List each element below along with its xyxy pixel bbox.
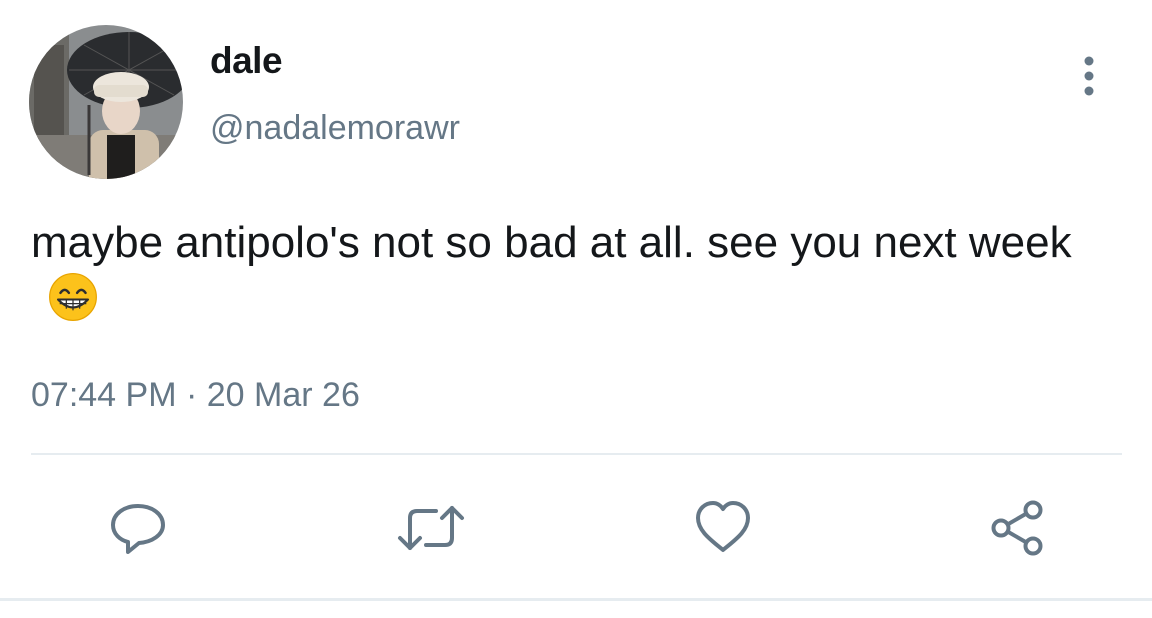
avatar[interactable] bbox=[29, 25, 183, 179]
profile-photo bbox=[29, 25, 183, 179]
divider bbox=[0, 598, 1152, 601]
speech-bubble-icon bbox=[111, 504, 165, 554]
retweet-button[interactable] bbox=[396, 498, 466, 558]
display-name[interactable]: dale bbox=[210, 40, 283, 82]
user-handle[interactable]: @nadalemorawr bbox=[210, 109, 460, 148]
share-button[interactable] bbox=[987, 498, 1047, 558]
tweet-date: 20 Mar 26 bbox=[206, 376, 360, 414]
tweet-time: 07:44 PM bbox=[31, 376, 177, 414]
grinning-face-emoji-icon bbox=[43, 272, 103, 322]
more-options-button[interactable] bbox=[1072, 52, 1106, 100]
tweet-body: maybe antipolo's not so bad at all. see … bbox=[31, 218, 1072, 267]
heart-icon bbox=[696, 501, 750, 552]
tweet-text: maybe antipolo's not so bad at all. see … bbox=[31, 214, 1121, 328]
like-button[interactable] bbox=[693, 498, 753, 558]
reply-button[interactable] bbox=[108, 498, 168, 558]
share-icon bbox=[991, 500, 1043, 556]
meta-separator: · bbox=[185, 376, 198, 414]
retweet-icon bbox=[398, 506, 464, 550]
divider bbox=[31, 453, 1122, 455]
more-vertical-icon bbox=[1084, 56, 1094, 96]
tweet-timestamp[interactable]: 07:44 PM · 20 Mar 26 bbox=[31, 376, 360, 415]
